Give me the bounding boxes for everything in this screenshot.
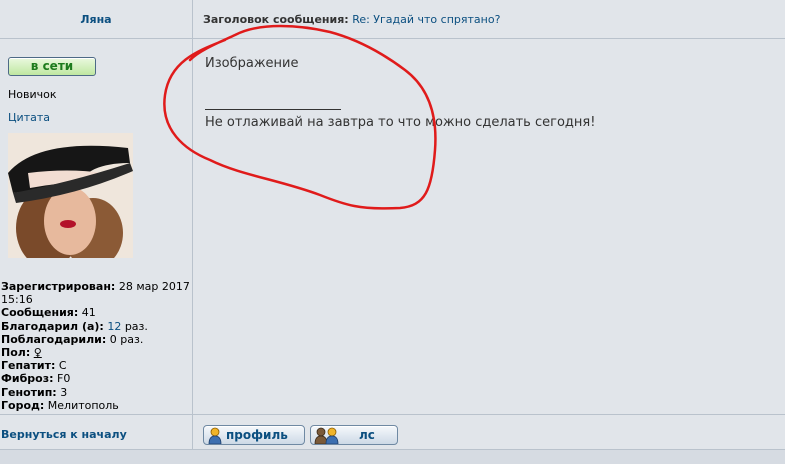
gender-row: Пол: ♀: [1, 346, 191, 359]
user-icon: [208, 427, 222, 444]
posts-row: Сообщения: 41: [1, 306, 191, 319]
thanked-label: Благодарил (а):: [1, 319, 104, 333]
footer-divider: [0, 414, 785, 415]
city-row: Город: Мелитополь: [1, 399, 191, 412]
signature-divider: [205, 109, 341, 110]
posts-label: Сообщения:: [1, 306, 79, 320]
city-value: Мелитополь: [47, 398, 119, 412]
thanked-by-label: Поблагодарили:: [1, 332, 107, 346]
header-divider: [0, 38, 785, 39]
female-icon: ♀: [33, 346, 42, 360]
signature-text: Не отлаживай на завтра то что можно сдел…: [205, 115, 596, 130]
profile-button-label: профиль: [226, 428, 288, 442]
post-subject: Заголовок сообщения: Re: Угадай что спря…: [203, 13, 500, 26]
online-status-badge: в сети: [8, 57, 96, 76]
thanked-count-link[interactable]: 12: [107, 320, 121, 333]
gender-label: Пол:: [1, 346, 31, 360]
fibrosis-value: F0: [57, 372, 71, 386]
profile-button[interactable]: профиль: [203, 425, 305, 445]
genotype-label: Генотип:: [1, 385, 57, 399]
column-divider: [192, 0, 193, 450]
thanked-by-row: Поблагодарили: 0 раз.: [1, 333, 191, 346]
hepatitis-row: Гепатит: С: [1, 359, 191, 372]
bottom-bar: [0, 449, 785, 464]
genotype-value: 3: [60, 385, 68, 399]
user-rank: Новичок: [8, 88, 57, 101]
private-message-button-label: лс: [359, 428, 375, 442]
private-message-button[interactable]: лс: [310, 425, 398, 445]
hepatitis-label: Гепатит:: [1, 359, 56, 373]
thanked-suffix: раз.: [124, 319, 148, 333]
avatar[interactable]: [8, 133, 133, 258]
subject-label: Заголовок сообщения:: [203, 13, 349, 26]
genotype-row: Генотип: 3: [1, 386, 191, 399]
quote-link[interactable]: Цитата: [8, 111, 50, 124]
posts-value: 41: [81, 306, 96, 320]
thanked-by-value: 0 раз.: [109, 332, 144, 346]
city-label: Город:: [1, 398, 45, 412]
users-icon: [314, 427, 339, 444]
avatar-woman-hat-icon: [8, 133, 133, 258]
hepatitis-value: С: [58, 359, 67, 373]
back-to-top-link[interactable]: Вернуться к началу: [1, 428, 127, 441]
fibrosis-row: Фиброз: F0: [1, 372, 191, 385]
fibrosis-label: Фиброз:: [1, 372, 54, 386]
registered-row: Зарегистрирован: 28 мар 2017 15:16: [1, 280, 191, 306]
registered-label: Зарегистрирован:: [1, 280, 116, 293]
message-body: Изображение: [205, 56, 299, 71]
subject-value[interactable]: Re: Угадай что спрятано?: [352, 13, 500, 26]
post-author[interactable]: Ляна: [0, 13, 192, 26]
thanked-row: Благодарил (а): 12 раз.: [1, 320, 191, 333]
user-profile-info: Зарегистрирован: 28 мар 2017 15:16 Сообщ…: [1, 280, 191, 412]
